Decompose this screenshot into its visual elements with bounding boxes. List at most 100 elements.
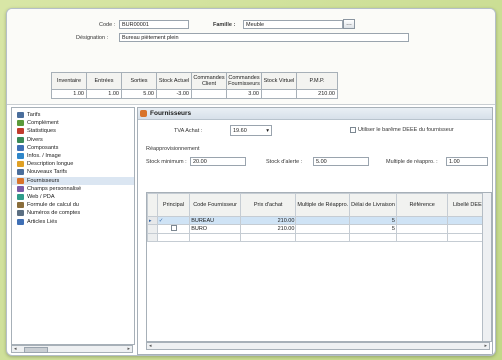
column-header[interactable]: Référence [395, 193, 449, 217]
sidebar-item-label: Nouveaux Tarifs [27, 169, 68, 176]
price-list-icon [17, 112, 24, 119]
panel-header: Fournisseurs [138, 108, 492, 120]
scroll-left-icon[interactable]: ◂ [14, 346, 17, 352]
stock-value [261, 89, 297, 99]
stock-col-header: Sorties [121, 72, 157, 90]
prix-achat-cell[interactable]: 210.00 [239, 224, 297, 234]
multiple-field[interactable]: 1.00 [446, 157, 488, 166]
sidebar-item-divers[interactable]: Divers [12, 136, 134, 144]
table-row[interactable]: BURO 210.00 5 [147, 224, 491, 234]
stock-value: 3.00 [226, 89, 262, 99]
sidebar-item-web-pda[interactable]: Web / PDA [12, 193, 134, 201]
sidebar-item-label: Infos. / Image [27, 153, 61, 160]
deee-checkbox[interactable] [350, 127, 356, 133]
stock-col-header: Stock Actuel [156, 72, 192, 90]
checkmark-icon: ✓ [158, 217, 164, 224]
multiple-cell[interactable] [295, 224, 351, 234]
column-header[interactable]: Multiple de Réappro. [295, 193, 351, 217]
stock-value: -3.00 [156, 89, 192, 99]
sidebar-item-nouveaux-tarifs[interactable]: Nouveaux Tarifs [12, 168, 134, 176]
tva-select[interactable]: 19.60 ▾ [230, 125, 272, 136]
designation-label: Désignation : [76, 35, 109, 41]
scrollbar-thumb[interactable] [24, 347, 48, 353]
column-header[interactable]: Principal [156, 193, 191, 217]
code-fournisseur-cell[interactable]: BUREAU [189, 216, 241, 225]
grid-vertical-scrollbar[interactable] [482, 193, 491, 341]
sidebar-item-champs-personnalise[interactable]: Champs personnalisé [12, 185, 134, 193]
column-header[interactable]: Délai de Livraison [349, 193, 397, 217]
sidebar-item-label: Web / PDA [27, 193, 55, 200]
stock-value: 1.00 [86, 89, 122, 99]
sidebar-item-label: Tarifs [27, 112, 41, 119]
table-row[interactable]: ▸ ✓ BUREAU 210.00 5 [147, 216, 491, 225]
sidebar-item-formule-calcul[interactable]: Formule de calcul du [12, 201, 134, 209]
prix-achat-cell[interactable] [239, 233, 297, 242]
scroll-right-icon[interactable]: ▸ [484, 343, 487, 349]
code-label: Code : [99, 22, 116, 28]
multiple-cell[interactable] [295, 216, 351, 225]
tva-value: 19.60 [233, 128, 247, 134]
stock-min-label: Stock minimum : [146, 159, 187, 165]
code-field[interactable]: BUR00001 [119, 20, 189, 29]
web-icon [17, 193, 24, 200]
supplier-icon [17, 177, 24, 184]
statistics-icon [17, 128, 24, 135]
scroll-left-icon[interactable]: ◂ [149, 343, 152, 349]
stock-value: 210.00 [296, 89, 338, 99]
sidebar-item-description-longue[interactable]: Description longue [12, 160, 134, 168]
sidebar-item-composants[interactable]: Composants [12, 144, 134, 152]
principal-cell[interactable] [156, 224, 191, 234]
sidebar-item-articles-lies[interactable]: Articles Liés [12, 217, 134, 225]
row-indicator [147, 224, 158, 234]
stock-alerte-label: Stock d'alerte : [266, 159, 303, 165]
sidebar-item-tarifs[interactable]: Tarifs [12, 111, 134, 119]
fournisseurs-grid: Principal Code Fournisseur Prix d'achat … [146, 192, 492, 342]
panel-title: Fournisseurs [150, 110, 192, 117]
sidebar-item-numeros-comptes[interactable]: Numéros de comptes [12, 209, 134, 217]
sidebar-horizontal-scrollbar[interactable]: ◂ ▸ [11, 345, 133, 353]
scroll-right-icon[interactable]: ▸ [127, 346, 130, 352]
stock-min-field[interactable]: 20.00 [190, 157, 246, 166]
row-indicator [147, 233, 158, 242]
reference-cell[interactable] [395, 216, 449, 225]
new-price-icon [17, 169, 24, 176]
grid-horizontal-scrollbar[interactable]: ◂ ▸ [146, 342, 490, 350]
sidebar-item-infos-image[interactable]: Infos. / Image [12, 152, 134, 160]
reference-cell[interactable] [395, 233, 449, 242]
designation-field[interactable]: Bureau piètement plein [119, 33, 409, 42]
new-row[interactable] [147, 233, 491, 242]
principal-checkbox[interactable] [170, 225, 177, 231]
reference-cell[interactable] [395, 224, 449, 234]
supplier-icon [140, 110, 147, 117]
famille-lookup-button[interactable]: … [343, 19, 355, 29]
code-fournisseur-cell[interactable] [189, 233, 241, 242]
principal-cell[interactable]: ✓ [156, 216, 191, 225]
prix-achat-cell[interactable]: 210.00 [239, 216, 297, 225]
fournisseurs-panel: Fournisseurs TVA Achat : 19.60 ▾ Utilise… [137, 107, 493, 355]
current-row-arrow-icon: ▸ [149, 217, 152, 224]
sidebar-item-label: Statistiques [27, 128, 56, 135]
sidebar-item-complement[interactable]: Complément [12, 119, 134, 127]
components-icon [17, 144, 24, 151]
delai-cell[interactable]: 5 [349, 224, 397, 234]
column-header[interactable]: Prix d'achat [239, 193, 297, 217]
delai-cell[interactable]: 5 [349, 216, 397, 225]
principal-cell[interactable] [156, 233, 191, 242]
stock-value [191, 89, 227, 99]
sidebar-item-label: Divers [27, 136, 43, 143]
stock-col-header: Inventaire [51, 72, 87, 90]
code-fournisseur-cell[interactable]: BURO [189, 224, 241, 234]
misc-icon [17, 136, 24, 143]
sidebar-item-statistiques[interactable]: Statistiques [12, 127, 134, 135]
column-header[interactable]: Code Fournisseur [189, 193, 241, 217]
stock-alerte-field[interactable]: 5.00 [313, 157, 369, 166]
stock-col-header: Stock Virtuel [261, 72, 297, 90]
famille-field[interactable]: Meuble [243, 20, 343, 29]
sidebar-item-label: Description longue [27, 161, 74, 168]
delai-cell[interactable] [349, 233, 397, 242]
multiple-cell[interactable] [295, 233, 351, 242]
sidebar-item-fournisseurs[interactable]: Fournisseurs [12, 176, 134, 185]
deee-label: Utiliser le barême DEEE du fournisseur [358, 127, 454, 133]
description-icon [17, 161, 24, 168]
stock-col-header: P.M.P. [296, 72, 338, 90]
